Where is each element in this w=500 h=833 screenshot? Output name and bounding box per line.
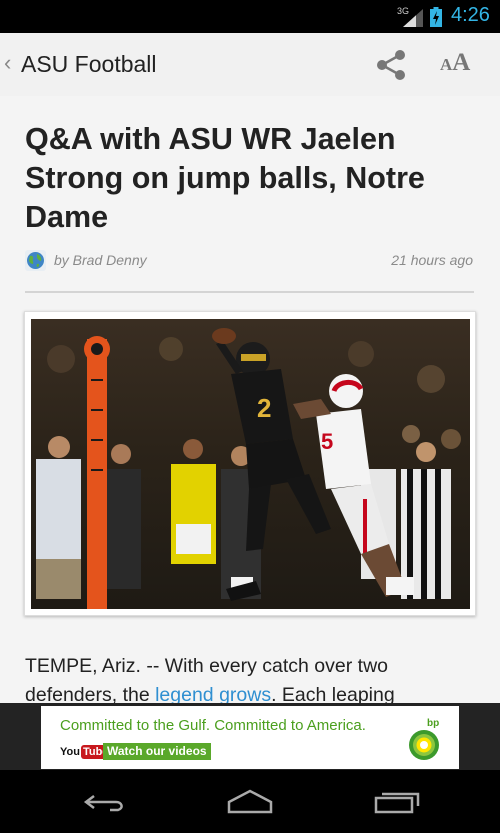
article-photo-frame[interactable]: 2 5 xyxy=(24,311,476,616)
byline: by Brad Denny 21 hours ago xyxy=(25,249,473,273)
svg-text:5: 5 xyxy=(321,429,333,454)
watch-videos-button[interactable]: Watch our videos xyxy=(103,743,211,760)
globe-icon xyxy=(25,250,46,271)
article-headline: Q&A with ASU WR Jaelen Strong on jump ba… xyxy=(25,122,425,234)
article-content[interactable]: Q&A with ASU WR Jaelen Strong on jump ba… xyxy=(0,96,500,703)
article-body-continued: . Each leaping xyxy=(271,684,395,703)
publish-time: 21 hours ago xyxy=(391,252,473,268)
article-body: TEMPE, Ariz. -- With every catch over tw… xyxy=(25,652,485,703)
back-icon[interactable] xyxy=(80,786,130,818)
youtube-you: You xyxy=(60,745,80,758)
recents-icon[interactable] xyxy=(372,786,422,818)
share-icon[interactable] xyxy=(374,49,408,81)
bp-logo-text: bp xyxy=(427,718,439,729)
system-nav-bar xyxy=(0,770,500,833)
divider xyxy=(25,291,474,293)
legend-grows-link[interactable]: legend grows xyxy=(155,684,271,703)
clock: 4:26 xyxy=(451,4,490,26)
status-bar: 3G 4:26 xyxy=(0,0,500,33)
author-name[interactable]: by Brad Denny xyxy=(54,252,147,268)
bp-advertisement[interactable]: Committed to the Gulf. Committed to Amer… xyxy=(41,706,459,769)
battery-icon xyxy=(430,7,442,27)
signal-icon xyxy=(403,9,423,27)
font-size-icon[interactable]: AA xyxy=(440,49,486,81)
font-size-small-glyph: A xyxy=(440,55,453,74)
bp-helios-logo: bp xyxy=(409,718,439,760)
font-size-big-glyph: A xyxy=(452,49,471,76)
back-chevron-icon[interactable]: ‹ xyxy=(4,50,11,76)
home-icon[interactable] xyxy=(225,786,275,818)
ad-banner: Committed to the Gulf. Committed to Amer… xyxy=(0,703,500,770)
app-title[interactable]: ASU Football xyxy=(21,50,157,78)
action-bar: ‹ ASU Football AA xyxy=(0,33,500,96)
football-catch-photo: 2 5 xyxy=(31,319,470,609)
ad-headline: Committed to the Gulf. Committed to Amer… xyxy=(60,717,366,734)
svg-text:2: 2 xyxy=(257,393,271,423)
